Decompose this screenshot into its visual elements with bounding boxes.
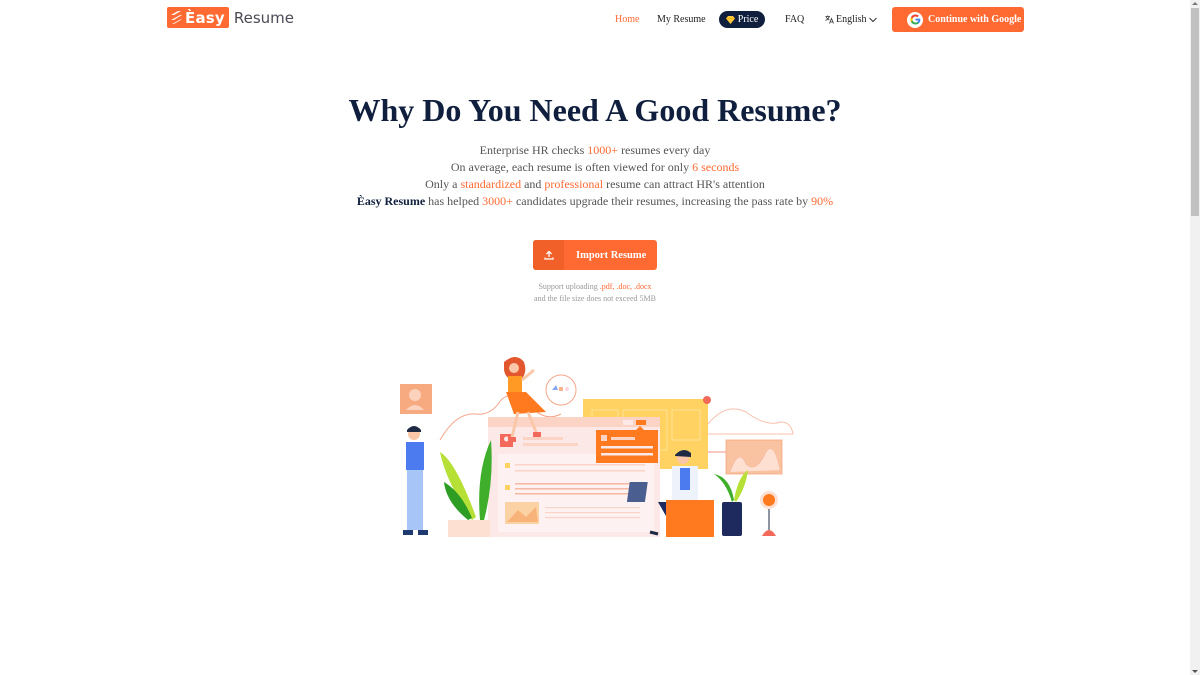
text: and [521,177,545,191]
hero-line-1: Enterprise HR checks 1000+ resumes every… [0,142,1190,159]
text: On average, each resume is often viewed … [450,160,693,174]
hero-line-4: Èasy Resume has helped 3000+ candidates … [0,193,1190,210]
nav-home[interactable]: Home [615,11,639,28]
face-id-card [400,384,432,414]
text: candidates upgrade their resumes, increa… [512,194,812,208]
text: resumes every day [618,143,711,157]
text: Enterprise HR checks [479,143,588,157]
highlight: 6 seconds [692,160,740,174]
text: has helped [425,194,483,208]
file-size-note: and the file size does not exceed 5MB [534,294,656,303]
upload-icon [533,240,564,270]
hero-line-2: On average, each resume is often viewed … [0,159,1190,176]
import-resume-label: Import Resume [576,249,647,261]
scroll-down-arrow[interactable] [1192,670,1198,673]
text: Only a [425,177,461,191]
scrollbar-thumb[interactable] [1191,8,1199,216]
diamond-icon [725,15,735,24]
nav-faq[interactable]: FAQ [785,11,804,28]
brand-name: Èasy Resume [356,194,426,208]
vertical-scrollbar[interactable] [1190,0,1200,675]
chevron-down-icon [868,17,877,22]
text: Support uploading [538,282,600,291]
import-resume-button[interactable]: Import Resume [533,240,657,270]
google-icon [907,11,923,28]
logo-badge-text: Èasy [185,8,225,27]
logo-badge: Èasy [167,7,229,28]
logo-word: Resume [233,8,295,27]
man-figure [403,426,428,535]
nav-price-label: Price [737,14,759,25]
logo[interactable]: Èasy Resume [167,7,294,28]
hero-illustration [400,357,794,537]
highlight: 1000+ [587,143,619,157]
google-button-label: Continue with Google [928,14,1022,25]
hero-description: Enterprise HR checks 1000+ resumes every… [0,142,1190,210]
top-navbar: Èasy Resume Home My Resume Price FAQ Eng… [0,0,1190,40]
page-title: Why Do You Need A Good Resume? [348,92,842,128]
hero-line-3: Only a standardized and professional res… [0,176,1190,193]
language-label: English [836,14,867,25]
continue-with-google-button[interactable]: Continue with Google [892,7,1024,32]
highlight: professional [544,177,604,191]
highlight: standardized [460,177,522,191]
text: resume can attract HR's attention [603,177,765,191]
highlight: 3000+ [482,194,513,208]
supported-formats: .pdf, .doc, .docx [599,282,652,291]
highlight: 90% [811,194,834,208]
nav-my-resume[interactable]: My Resume [657,11,706,28]
language-selector[interactable]: English [825,11,877,28]
translate-icon [825,15,834,24]
scroll-up-arrow[interactable] [1192,2,1198,5]
nav-price[interactable]: Price [719,11,765,28]
upload-support-note: Support uploading .pdf, .doc, .docx and … [0,281,1190,305]
lightning-stripes-icon [171,11,182,24]
